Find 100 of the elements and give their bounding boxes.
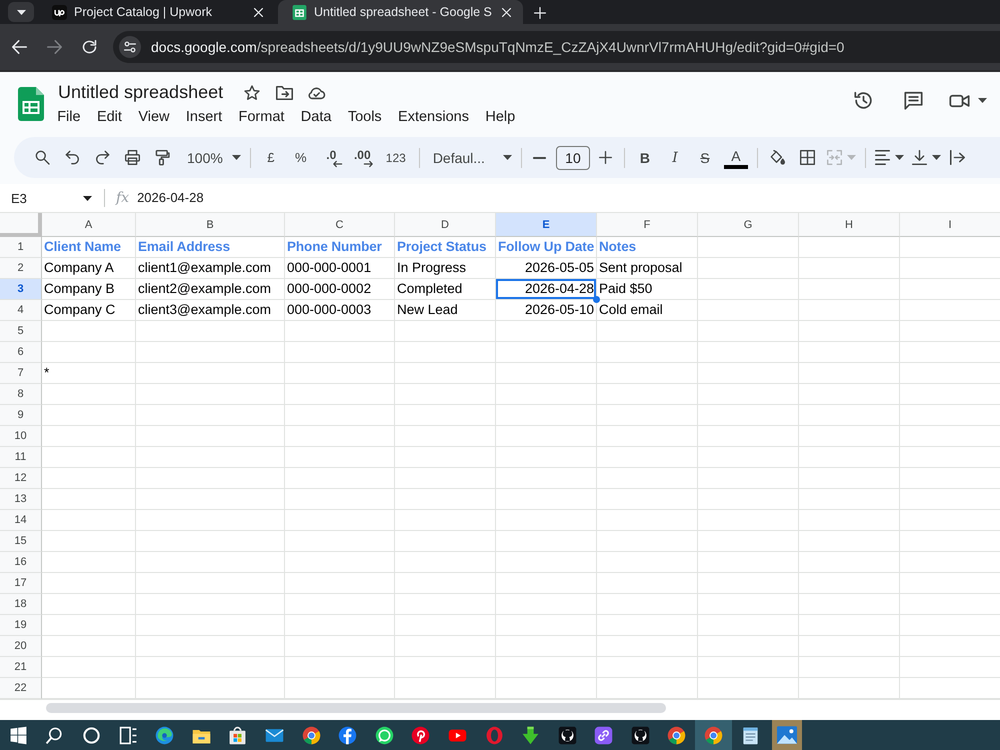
table-cell[interactable] (799, 510, 900, 531)
table-cell[interactable] (698, 384, 799, 405)
table-cell[interactable] (698, 300, 799, 321)
column-header[interactable]: D (395, 213, 496, 237)
table-cell[interactable] (42, 510, 136, 531)
table-cell[interactable] (597, 384, 698, 405)
row-header[interactable]: 18 (0, 594, 42, 615)
table-cell[interactable] (395, 615, 496, 636)
table-cell[interactable] (799, 615, 900, 636)
address-field[interactable]: docs.google.com/spreadsheets/d/1y9UU9wNZ9eSMspuTqNmzE_CzZAjX4UwnrVl7rmAHUHg/edit?gid=0#gid=0 (113, 31, 1000, 63)
table-cell[interactable] (42, 657, 136, 678)
table-cell[interactable] (42, 615, 136, 636)
table-cell[interactable] (799, 657, 900, 678)
table-cell[interactable] (698, 636, 799, 657)
table-cell[interactable] (285, 552, 395, 573)
table-cell[interactable] (136, 573, 285, 594)
table-cell[interactable]: 000-000-0002 (285, 279, 395, 300)
row-header[interactable]: 1 (0, 237, 42, 258)
table-cell[interactable] (799, 279, 900, 300)
table-cell[interactable] (136, 657, 285, 678)
table-cell[interactable]: client1@example.com (136, 258, 285, 279)
table-cell[interactable]: 2026-05-05 (496, 258, 597, 279)
table-cell[interactable] (799, 636, 900, 657)
table-cell[interactable] (395, 657, 496, 678)
table-cell[interactable] (42, 594, 136, 615)
table-cell[interactable] (799, 447, 900, 468)
column-header[interactable]: A (42, 213, 136, 237)
table-cell[interactable] (285, 531, 395, 552)
column-header[interactable]: H (799, 213, 900, 237)
table-cell[interactable] (698, 426, 799, 447)
table-cell[interactable] (698, 657, 799, 678)
table-cell[interactable]: New Lead (395, 300, 496, 321)
menu-item[interactable]: Data (292, 108, 340, 126)
table-cell[interactable] (285, 468, 395, 489)
table-cell[interactable] (597, 531, 698, 552)
row-header[interactable]: 16 (0, 552, 42, 573)
table-cell[interactable] (42, 405, 136, 426)
zoom-dropdown[interactable]: 100% (177, 144, 245, 172)
table-cell[interactable] (496, 510, 597, 531)
table-cell[interactable] (698, 405, 799, 426)
table-cell[interactable] (395, 489, 496, 510)
table-cell[interactable] (42, 573, 136, 594)
table-cell[interactable] (597, 636, 698, 657)
table-cell[interactable] (698, 342, 799, 363)
table-cell[interactable] (597, 468, 698, 489)
increase-decimals-button[interactable]: .00 (346, 144, 378, 172)
table-cell[interactable] (799, 405, 900, 426)
table-cell[interactable] (136, 531, 285, 552)
table-cell[interactable] (597, 615, 698, 636)
table-cell[interactable] (597, 321, 698, 342)
table-cell[interactable] (395, 405, 496, 426)
table-cell[interactable]: Email Address (136, 237, 285, 258)
table-cell[interactable] (496, 489, 597, 510)
table-cell[interactable] (136, 447, 285, 468)
table-cell[interactable] (597, 489, 698, 510)
table-cell[interactable]: Company C (42, 300, 136, 321)
table-cell[interactable] (698, 573, 799, 594)
menu-item[interactable]: Help (477, 108, 524, 126)
table-cell[interactable] (496, 468, 597, 489)
row-header[interactable]: 3 (0, 279, 42, 300)
table-cell[interactable] (496, 531, 597, 552)
name-box[interactable]: E3 (0, 185, 104, 211)
column-header[interactable]: E (496, 213, 597, 237)
table-cell[interactable] (799, 384, 900, 405)
table-cell[interactable] (799, 552, 900, 573)
row-header[interactable]: 2 (0, 258, 42, 279)
menu-item[interactable]: View (130, 108, 178, 126)
site-info-button[interactable] (119, 36, 141, 58)
table-cell[interactable] (698, 279, 799, 300)
table-cell[interactable] (395, 573, 496, 594)
table-cell[interactable] (42, 426, 136, 447)
table-cell[interactable] (285, 594, 395, 615)
table-cell[interactable]: 000-000-0003 (285, 300, 395, 321)
row-header[interactable]: 8 (0, 384, 42, 405)
table-cell[interactable] (597, 447, 698, 468)
table-cell[interactable]: Follow Up Date (496, 237, 597, 258)
table-cell[interactable] (698, 510, 799, 531)
table-cell[interactable] (285, 405, 395, 426)
table-cell[interactable] (395, 342, 496, 363)
table-cell[interactable]: client3@example.com (136, 300, 285, 321)
fill-handle-icon[interactable] (593, 296, 600, 303)
table-cell[interactable] (799, 573, 900, 594)
row-header[interactable]: 17 (0, 573, 42, 594)
table-cell[interactable] (799, 426, 900, 447)
table-cell[interactable]: Completed (395, 279, 496, 300)
table-cell[interactable] (597, 510, 698, 531)
table-cell[interactable] (496, 447, 597, 468)
table-cell[interactable] (496, 363, 597, 384)
table-cell[interactable] (285, 321, 395, 342)
spreadsheet-logo-icon[interactable] (18, 86, 44, 120)
decrease-decimals-button[interactable]: .0 (316, 144, 347, 172)
table-cell[interactable] (136, 615, 285, 636)
table-cell[interactable] (395, 594, 496, 615)
table-cell[interactable] (395, 636, 496, 657)
table-cell[interactable] (395, 468, 496, 489)
table-cell[interactable]: Company A (42, 258, 136, 279)
row-header[interactable]: 20 (0, 636, 42, 657)
select-all-corner[interactable] (0, 213, 42, 237)
table-cell[interactable] (285, 657, 395, 678)
menu-item[interactable]: Format (230, 108, 293, 126)
